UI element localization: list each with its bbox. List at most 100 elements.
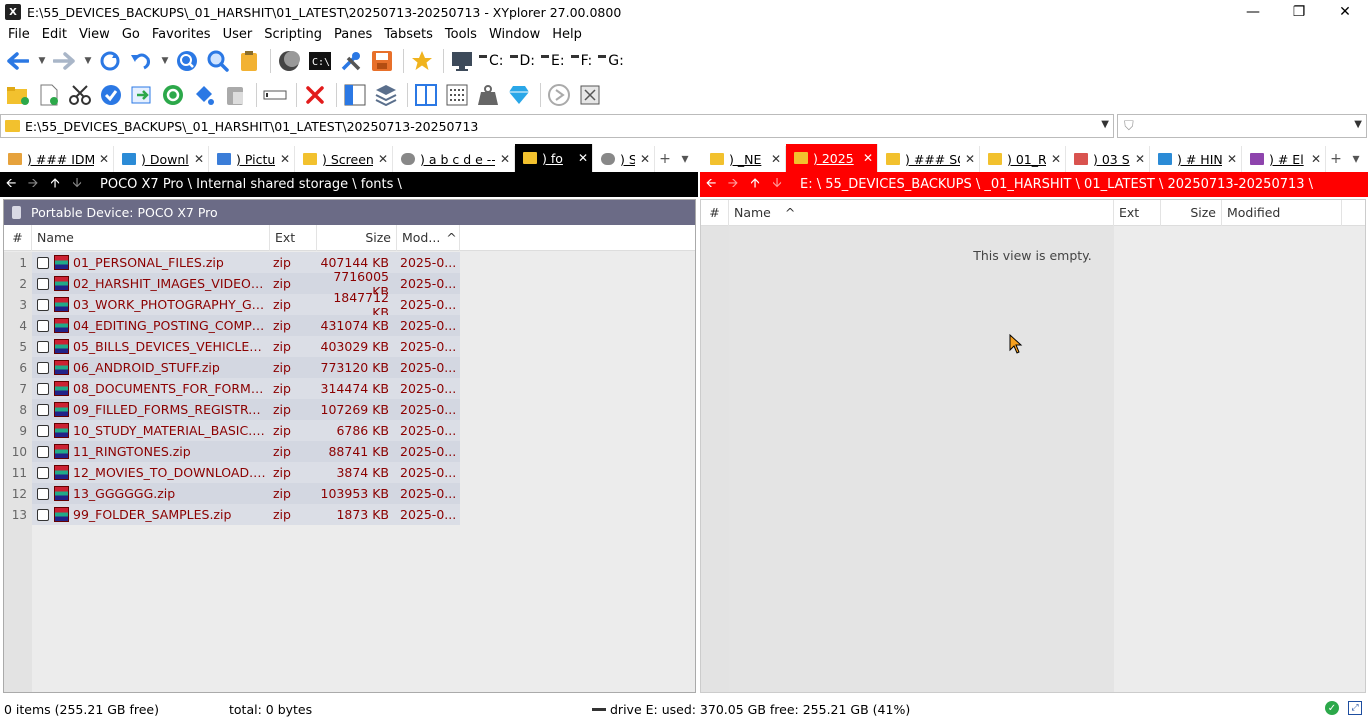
row-checkbox[interactable] xyxy=(37,340,49,353)
calculator-list-icon[interactable] xyxy=(443,81,471,109)
tab-close-icon[interactable]: ✕ xyxy=(1227,152,1237,166)
right-breadcrumb-path[interactable]: E: \ 55_DEVICES_BACKUPS \ _01_HARSHIT \ … xyxy=(800,177,1313,192)
paint-bucket-icon[interactable] xyxy=(190,81,218,109)
tab-list-dropdown-icon[interactable]: ▾ xyxy=(1346,146,1366,172)
menu-window[interactable]: Window xyxy=(483,27,546,42)
row-checkbox[interactable] xyxy=(37,319,49,332)
menu-help[interactable]: Help xyxy=(546,27,588,42)
dual-pane-icon[interactable] xyxy=(412,81,440,109)
table-row[interactable]: 3 03_WORK_PHOTOGRAPHY_G.zip zip 1847712 KB 2… xyxy=(4,290,695,320)
tab-close-icon[interactable]: ✕ xyxy=(500,152,510,166)
file-name[interactable]: 12_MOVIES_TO_DOWNLOAD.zip xyxy=(69,465,268,480)
back-arrow-icon[interactable] xyxy=(4,47,32,75)
address-bar[interactable]: E:\55_DEVICES_BACKUPS\_01_HARSHIT\01_LAT… xyxy=(0,114,1114,138)
tab-fonts-active[interactable]: ) fo ✕ xyxy=(515,144,593,172)
file-name[interactable]: 99_FOLDER_SAMPLES.zip xyxy=(69,507,268,522)
menu-edit[interactable]: Edit xyxy=(36,27,73,42)
row-checkbox[interactable] xyxy=(37,382,49,395)
file-name[interactable]: 02_HARSHIT_IMAGES_VIDEOS.zip xyxy=(69,276,268,291)
table-row[interactable]: 9 10_STUDY_MATERIAL_BASIC.zip zip 6786 KB 20… xyxy=(4,420,695,441)
size-weight-icon[interactable] xyxy=(474,81,502,109)
refresh-icon[interactable] xyxy=(96,47,124,75)
menu-file[interactable]: File xyxy=(2,27,36,42)
forward-dropdown-icon[interactable]: ▼ xyxy=(81,47,95,75)
menu-user[interactable]: User xyxy=(217,27,259,42)
row-checkbox[interactable] xyxy=(37,508,49,521)
table-row[interactable]: 6 06_ANDROID_STUFF.zip zip 773120 KB 2025-0.… xyxy=(4,357,695,378)
back-icon[interactable]: 🡨 xyxy=(0,174,22,196)
tab-2025-active[interactable]: ) 2025 ✕ xyxy=(786,144,878,172)
row-checkbox[interactable] xyxy=(37,466,49,479)
tab-idm[interactable]: ) ### IDM ✕ xyxy=(0,146,114,172)
clipboard-icon[interactable] xyxy=(235,47,263,75)
file-name[interactable]: 10_STUDY_MATERIAL_BASIC.zip xyxy=(69,423,268,438)
menu-go[interactable]: Go xyxy=(116,27,146,42)
table-row[interactable]: 13 99_FOLDER_SAMPLES.zip zip 1873 KB 2025-0.… xyxy=(4,504,695,525)
table-row[interactable]: 8 09_FILLED_FORMS_REGISTRATI... zip 107269 … xyxy=(4,399,695,420)
filter-dropdown-icon[interactable]: ▼ xyxy=(1354,119,1362,130)
tab-abcde[interactable]: ) a b c d e --- ✕ xyxy=(393,146,515,172)
new-folder-icon[interactable] xyxy=(4,81,32,109)
back-icon[interactable]: 🡨 xyxy=(700,174,722,196)
down-icon[interactable]: 🡫 xyxy=(66,174,88,196)
tab-close-icon[interactable]: ✕ xyxy=(1051,152,1061,166)
tab-se[interactable]: ) Se✕ xyxy=(593,146,655,172)
forward-icon[interactable]: 🡪 xyxy=(22,174,44,196)
check-circle-icon[interactable] xyxy=(97,81,125,109)
up-icon[interactable]: 🡩 xyxy=(44,174,66,196)
tab-list-dropdown-icon[interactable]: ▾ xyxy=(675,146,695,172)
row-checkbox[interactable] xyxy=(37,445,49,458)
column-header-size[interactable]: Size xyxy=(317,224,397,251)
tab-close-icon[interactable]: ✕ xyxy=(578,151,588,165)
tab-01r[interactable]: ) 01_R ✕ xyxy=(980,146,1066,172)
address-dropdown-icon[interactable]: ▼ xyxy=(1101,119,1109,130)
restore-button[interactable]: ❐ xyxy=(1276,0,1322,24)
row-checkbox[interactable] xyxy=(37,256,49,269)
diamond-icon[interactable] xyxy=(505,81,533,109)
move-to-icon[interactable] xyxy=(128,81,156,109)
column-header-size[interactable]: Size xyxy=(1161,199,1222,226)
left-breadcrumb-path[interactable]: POCO X7 Pro \ Internal shared storage \ … xyxy=(100,177,402,192)
right-file-list-pane[interactable]: # Name ^ Ext Size Modified This view is e… xyxy=(700,199,1366,693)
file-name[interactable]: 01_PERSONAL_FILES.zip xyxy=(69,255,268,270)
visual-filter-box[interactable]: ⛉ ▼ xyxy=(1117,114,1367,138)
menu-tabsets[interactable]: Tabsets xyxy=(378,27,439,42)
file-name[interactable]: 11_RINGTONES.zip xyxy=(69,444,268,459)
tab-close-icon[interactable]: ✕ xyxy=(1135,152,1145,166)
favorites-star-icon[interactable] xyxy=(408,47,436,75)
menu-panes[interactable]: Panes xyxy=(328,27,378,42)
column-header-modified[interactable]: Mod... ^ xyxy=(397,224,460,251)
tab-ne[interactable]: ) _NE ✕ xyxy=(702,146,786,172)
menu-favorites[interactable]: Favorites xyxy=(146,27,217,42)
drive-e-button[interactable]: E: xyxy=(541,53,565,69)
menu-scripting[interactable]: Scripting xyxy=(258,27,328,42)
customize-toolbar-icon[interactable] xyxy=(576,81,604,109)
status-ok-check-icon[interactable]: ✓ xyxy=(1325,701,1339,715)
paste-icon[interactable] xyxy=(221,81,249,109)
row-checkbox[interactable] xyxy=(37,403,49,416)
row-checkbox[interactable] xyxy=(37,424,49,437)
tab-downloads[interactable]: ) Downl ✕ xyxy=(114,146,209,172)
menu-view[interactable]: View xyxy=(73,27,116,42)
drive-f-button[interactable]: F: xyxy=(570,53,592,69)
drive-d-button[interactable]: D: xyxy=(509,53,535,69)
tab-close-icon[interactable]: ✕ xyxy=(863,151,873,165)
tab-close-icon[interactable]: ✕ xyxy=(965,152,975,166)
tab-sc[interactable]: ) ### SC ✕ xyxy=(878,146,980,172)
new-tab-plus-icon[interactable]: + xyxy=(655,146,675,172)
table-row[interactable]: 12 13_GGGGGG.zip zip 103953 KB 2025-0... xyxy=(4,483,695,504)
file-name[interactable]: 05_BILLS_DEVICES_VEHICLES_E... xyxy=(69,339,268,354)
xyplorer-app-icon[interactable]: X xyxy=(5,4,21,20)
tab-close-icon[interactable]: ✕ xyxy=(771,152,781,166)
column-header-number[interactable]: # xyxy=(701,199,729,226)
file-name[interactable]: 08_DOCUMENTS_FOR_FORMS.zip xyxy=(69,381,268,396)
table-row[interactable]: 7 08_DOCUMENTS_FOR_FORMS.zip zip 314474 KB 2… xyxy=(4,378,695,399)
tab-pictures[interactable]: ) Pictu ✕ xyxy=(209,146,295,172)
preview-pane-icon[interactable] xyxy=(341,81,369,109)
save-icon[interactable] xyxy=(368,47,396,75)
table-row[interactable]: 4 04_EDITING_POSTING_COMPRE... zip 431074 K… xyxy=(4,315,695,336)
catalog-icon[interactable] xyxy=(372,81,400,109)
tab-close-icon[interactable]: ✕ xyxy=(280,152,290,166)
tab-el[interactable]: ) # El ✕ xyxy=(1242,146,1326,172)
file-name[interactable]: 13_GGGGGG.zip xyxy=(69,486,268,501)
